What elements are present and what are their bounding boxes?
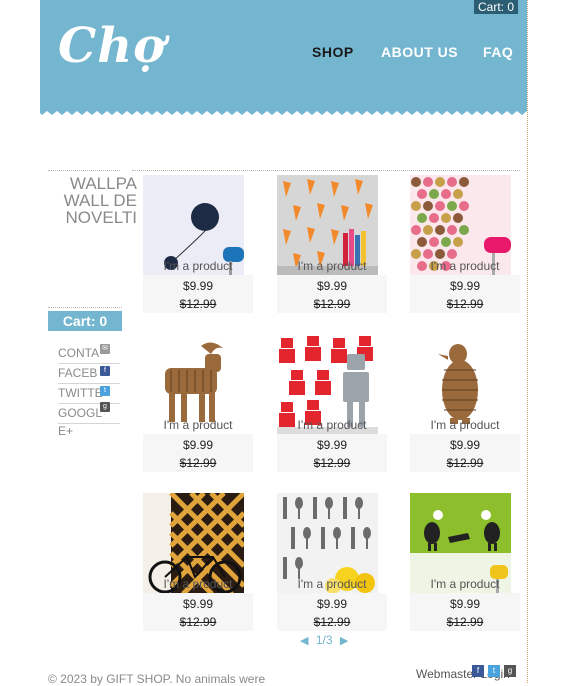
product-name[interactable]: I'm a product (410, 259, 520, 273)
page-border-line (527, 0, 528, 683)
sidebar-link-twitter[interactable]: TWITTE t (58, 384, 120, 404)
product-price: $9.99 (316, 279, 348, 293)
next-page-button[interactable]: ▶ (340, 635, 348, 647)
product-old-price: $12.99 (313, 297, 351, 311)
sidebar-title-line: WALL DE (63, 191, 137, 210)
product-name[interactable]: I'm a product (410, 577, 520, 591)
sidebar-link-label: GOOGL (58, 406, 103, 420)
product-name[interactable]: I'm a product (410, 418, 520, 432)
product-price: $9.99 (449, 438, 481, 452)
product-price: $9.99 (316, 597, 348, 611)
sidebar-social-links: CONTA ✉ FACEB f TWITTE t GOOGL g (58, 344, 120, 424)
sidebar-title-line: WALLPA (69, 175, 137, 193)
sidebar-link-facebook[interactable]: FACEB f (58, 364, 120, 384)
content-divider (132, 170, 520, 171)
nav-about-us[interactable]: ABOUT US (381, 44, 458, 60)
footer-copyright: © 2023 by GIFT SHOP. No animals were (48, 672, 266, 686)
prev-page-button[interactable]: ◀ (300, 635, 308, 647)
product-name[interactable]: I'm a product (277, 577, 387, 591)
nav-shop[interactable]: SHOP (312, 44, 354, 60)
google-plus-icon: g (100, 402, 110, 412)
twitter-icon[interactable]: t (488, 665, 500, 677)
product-price: $9.99 (449, 597, 481, 611)
product-price: $9.99 (182, 597, 214, 611)
product-name[interactable]: I'm a product (277, 259, 387, 273)
facebook-icon[interactable]: f (472, 665, 484, 677)
product-price: $9.99 (182, 438, 214, 452)
sidebar-title-line: NOVELTI (65, 208, 137, 226)
product-old-price: $12.99 (179, 297, 217, 311)
product-price: $9.99 (182, 279, 214, 293)
product-old-price: $12.99 (446, 615, 484, 629)
product-old-price: $12.99 (179, 615, 217, 629)
product-price: $9.99 (449, 279, 481, 293)
sidebar-category-title[interactable]: WALLPA WALL DE NOVELTI (60, 175, 137, 226)
sidebar-divider (48, 307, 122, 308)
twitter-icon: t (100, 386, 110, 396)
google-plus-icon[interactable]: g (504, 665, 516, 677)
product-name[interactable]: I'm a product (277, 418, 387, 432)
product-name[interactable]: I'm a product (143, 259, 253, 273)
sidebar-link-label: TWITTE (58, 386, 103, 400)
page-indicator: 1/3 (315, 633, 333, 647)
product-name[interactable]: I'm a product (143, 577, 253, 591)
sidebar-divider (48, 170, 120, 171)
page: Chợ SHOP ABOUT US FAQ Cart: 0 WALLPA WAL… (0, 0, 565, 686)
sidebar-cart-button[interactable]: Cart: 0 (48, 311, 122, 331)
sidebar-link-label: CONTA (58, 346, 100, 360)
sidebar-link-label: FACEB (58, 366, 98, 380)
product-old-price: $12.99 (446, 456, 484, 470)
product-old-price: $12.99 (313, 456, 351, 470)
product-old-price: $12.99 (313, 615, 351, 629)
facebook-icon: f (100, 366, 110, 376)
sidebar-link-google[interactable]: GOOGL g (58, 402, 120, 424)
cart-top-button[interactable]: Cart: 0 (474, 0, 518, 14)
mail-icon: ✉ (100, 344, 110, 354)
site-logo[interactable]: Chợ (58, 18, 166, 74)
sidebar-link-contact[interactable]: CONTA ✉ (58, 344, 120, 364)
nav-faq[interactable]: FAQ (483, 44, 513, 60)
sidebar-link-extra: E+ (58, 424, 74, 438)
product-old-price: $12.99 (446, 297, 484, 311)
product-old-price: $12.99 (179, 456, 217, 470)
header-zigzag-edge (40, 108, 527, 115)
pagination: ◀ 1/3 ▶ (300, 633, 348, 647)
product-name[interactable]: I'm a product (143, 418, 253, 432)
product-price: $9.99 (316, 438, 348, 452)
